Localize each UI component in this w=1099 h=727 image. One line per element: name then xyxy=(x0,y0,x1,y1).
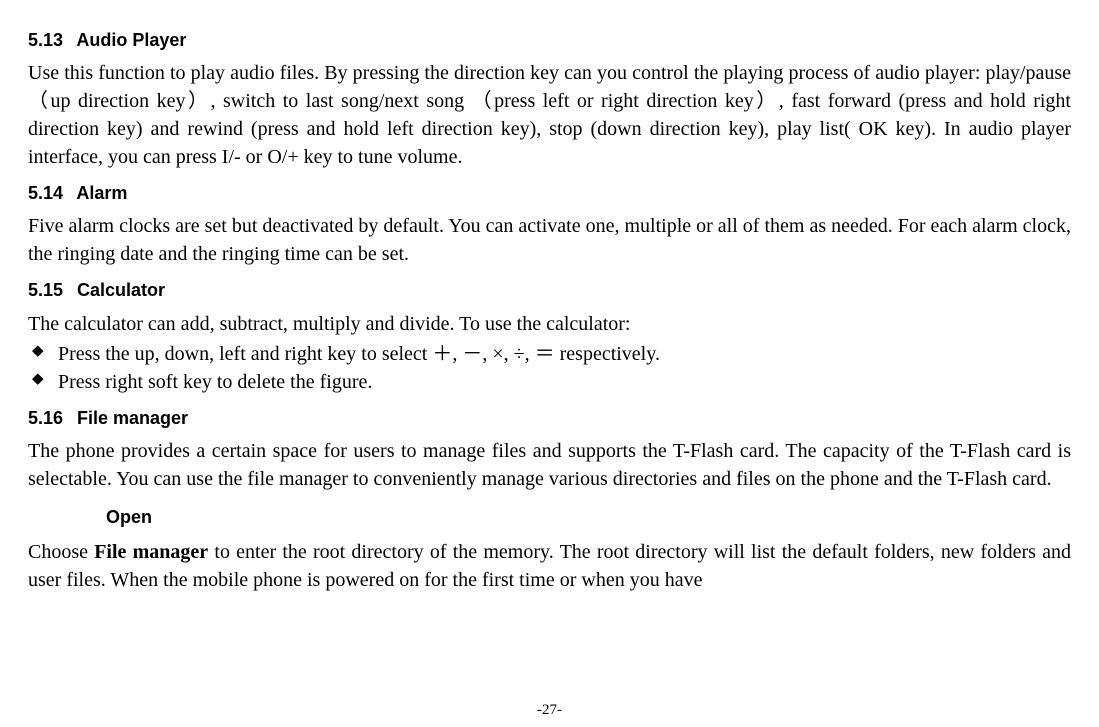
sub-heading-open: Open xyxy=(106,505,1071,530)
list-item: Press right soft key to delete the figur… xyxy=(28,368,1071,396)
heading-audio-player: 5.13 Audio Player xyxy=(28,28,1071,53)
page-number: -27- xyxy=(0,700,1099,721)
paragraph-audio-player: Use this function to play audio files. B… xyxy=(28,59,1071,171)
heading-number: 5.16 xyxy=(28,406,72,431)
text-prefix: Choose xyxy=(28,541,94,563)
heading-file-manager: 5.16 File manager xyxy=(28,406,1071,431)
list-item: Press the up, down, left and right key t… xyxy=(28,340,1071,368)
heading-title: Audio Player xyxy=(76,30,186,50)
heading-title: Calculator xyxy=(77,280,165,300)
heading-alarm: 5.14 Alarm xyxy=(28,181,1071,206)
paragraph-file-manager: The phone provides a certain space for u… xyxy=(28,437,1071,493)
paragraph-open: Choose File manager to enter the root di… xyxy=(28,538,1071,594)
heading-calculator: 5.15 Calculator xyxy=(28,278,1071,303)
heading-title: File manager xyxy=(77,408,188,428)
heading-number: 5.14 xyxy=(28,181,72,206)
text-bold-file-manager: File manager xyxy=(94,541,208,563)
heading-number: 5.15 xyxy=(28,278,72,303)
list-calculator: Press the up, down, left and right key t… xyxy=(28,340,1071,396)
heading-title: Alarm xyxy=(76,183,127,203)
heading-number: 5.13 xyxy=(28,28,72,53)
paragraph-alarm: Five alarm clocks are set but deactivate… xyxy=(28,212,1071,268)
paragraph-calculator-intro: The calculator can add, subtract, multip… xyxy=(28,310,1071,338)
